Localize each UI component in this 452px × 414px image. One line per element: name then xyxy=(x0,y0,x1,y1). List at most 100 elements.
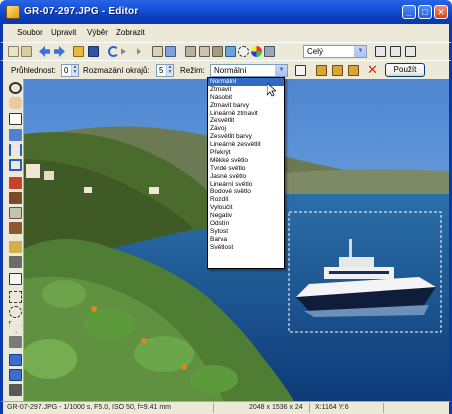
foreground-color-icon[interactable] xyxy=(9,354,22,366)
delete-icon[interactable]: ✕ xyxy=(367,63,378,76)
blend-mode-option[interactable]: Závoj xyxy=(208,125,284,133)
hand-icon[interactable] xyxy=(9,97,22,109)
blend-mode-option[interactable]: Tvrdé světlo xyxy=(208,165,284,173)
effects-icon[interactable] xyxy=(238,46,249,57)
zoom-value: Celý xyxy=(307,47,324,56)
magic-wand-icon[interactable] xyxy=(9,336,22,348)
blend-mode-option[interactable]: Rozdíl xyxy=(208,196,284,204)
straighten-icon[interactable] xyxy=(9,129,22,141)
image-icon[interactable] xyxy=(225,46,236,57)
resize-icon[interactable] xyxy=(199,46,210,57)
background-color-icon[interactable] xyxy=(9,369,22,381)
menu-soubor[interactable]: Soubor xyxy=(17,28,43,37)
blend-mode-option[interactable]: Odstín xyxy=(208,220,284,228)
blend-mode-option[interactable]: Negativ xyxy=(208,212,284,220)
brush-icon[interactable] xyxy=(9,222,22,234)
layer-copy-icon[interactable] xyxy=(332,65,343,76)
menu-vyber[interactable]: Výběr xyxy=(87,28,108,37)
paste-image-icon[interactable] xyxy=(165,46,176,57)
rotate-icon[interactable] xyxy=(185,46,196,57)
status-bar: GR-07-297.JPG - 1/1000 s, F5.0, ISO 50, … xyxy=(0,401,452,414)
swap-colors-icon[interactable] xyxy=(9,384,22,396)
forward-arrow-icon[interactable] xyxy=(54,46,65,57)
actual-size-icon[interactable] xyxy=(295,65,306,76)
status-separator xyxy=(383,403,384,413)
resize-vertical-icon[interactable] xyxy=(9,144,22,156)
fit-icon[interactable] xyxy=(375,46,386,57)
blend-mode-option[interactable]: Překrýt xyxy=(208,149,284,157)
copy-icon[interactable] xyxy=(8,46,19,57)
opacity-input[interactable]: 0 ▲ ▼ xyxy=(61,64,79,77)
menu-upravit[interactable]: Upravit xyxy=(51,28,76,37)
mode-select[interactable]: Normální ▼ xyxy=(210,64,288,77)
blend-mode-option[interactable]: Jasné světlo xyxy=(208,173,284,181)
lasso-icon[interactable] xyxy=(9,321,22,333)
copy-image-icon[interactable] xyxy=(152,46,163,57)
adjust-icon[interactable] xyxy=(264,46,275,57)
rect-select-icon[interactable] xyxy=(9,291,22,303)
blend-mode-option[interactable]: Vyloučit xyxy=(208,204,284,212)
blend-mode-option[interactable]: Lineární světlo xyxy=(208,181,284,189)
menu-bar: Soubor Upravit Výběr Zobrazit xyxy=(0,24,452,42)
blur-label: Rozmazání okrajů: xyxy=(83,66,150,75)
zoom-icon[interactable] xyxy=(9,82,22,94)
open-icon[interactable] xyxy=(73,46,84,57)
app-icon xyxy=(6,5,20,19)
mouse-cursor-icon xyxy=(267,83,276,97)
apply-button[interactable]: Použít xyxy=(385,63,425,77)
paste-icon[interactable] xyxy=(21,46,32,57)
blend-mode-option[interactable]: Světlost xyxy=(208,244,284,252)
blend-mode-option[interactable]: Zesvětlit xyxy=(208,117,284,125)
status-dimensions: 2048 x 1536 x 24 xyxy=(249,404,303,411)
blur-value: 5 xyxy=(159,66,164,75)
clone-icon[interactable] xyxy=(9,192,22,204)
menu-zobrazit[interactable]: Zobrazit xyxy=(116,28,145,37)
close-button[interactable]: ✕ xyxy=(434,5,448,19)
spinner-arrows-icon[interactable]: ▲ ▼ xyxy=(166,65,173,76)
mode-dropdown-list[interactable]: Normální Ztmavit Násobit Ztmavit barvy L… xyxy=(207,77,285,269)
main-toolbar: Celý ▼ xyxy=(0,42,452,60)
blend-mode-option[interactable]: Měkké světlo xyxy=(208,157,284,165)
save-icon[interactable] xyxy=(88,46,99,57)
fit-width-icon[interactable] xyxy=(390,46,401,57)
window-title: GR-07-297.JPG - Editor xyxy=(24,6,139,17)
back-arrow-icon[interactable] xyxy=(39,46,50,57)
blend-mode-option[interactable]: Lineárně ztmavit xyxy=(208,110,284,118)
blend-mode-option[interactable]: Bodové světlo xyxy=(208,188,284,196)
blend-mode-option[interactable]: Ztmavit barvy xyxy=(208,102,284,110)
blur-input[interactable]: 5 ▲ ▼ xyxy=(156,64,174,77)
canvas-size-icon[interactable] xyxy=(9,159,22,171)
color-icon[interactable] xyxy=(251,46,262,57)
status-file-info: GR-07-297.JPG - 1/1000 s, F5.0, ISO 50, … xyxy=(7,404,171,411)
status-separator xyxy=(213,403,214,413)
redo-icon[interactable] xyxy=(121,48,126,55)
blend-mode-option[interactable]: Zesvětlit barvy xyxy=(208,133,284,141)
undo-icon[interactable] xyxy=(108,46,119,57)
status-coords: X:1164 Y:6 xyxy=(315,404,349,411)
layer-merge-icon[interactable] xyxy=(348,65,359,76)
blend-mode-option[interactable]: Barva xyxy=(208,236,284,244)
eraser-icon[interactable] xyxy=(9,273,22,285)
title-bar: GR-07-297.JPG - Editor _ □ ✕ xyxy=(0,0,452,24)
ellipse-select-icon[interactable] xyxy=(9,306,22,318)
layer-icon[interactable] xyxy=(316,65,327,76)
blend-mode-option[interactable]: Lineárně zesvětlit xyxy=(208,141,284,149)
retouch-icon[interactable] xyxy=(9,207,22,219)
pencil-icon[interactable] xyxy=(9,241,22,253)
crop-icon[interactable] xyxy=(212,46,223,57)
actual-size-icon[interactable] xyxy=(405,46,416,57)
mode-value: Normální xyxy=(214,66,247,75)
spinner-arrows-icon[interactable]: ▲ ▼ xyxy=(71,65,78,76)
blend-mode-option[interactable]: Sytost xyxy=(208,228,284,236)
fill-icon[interactable] xyxy=(9,256,22,268)
redo-dropdown-icon[interactable] xyxy=(137,48,141,55)
minimize-button[interactable]: _ xyxy=(402,5,416,19)
mode-label: Režim: xyxy=(180,66,205,75)
tool-strip xyxy=(0,79,24,401)
maximize-button[interactable]: □ xyxy=(418,5,432,19)
red-eye-icon[interactable] xyxy=(9,177,22,189)
status-separator xyxy=(309,403,310,413)
opacity-label: Průhlednost: xyxy=(11,66,56,75)
crop-tool-icon[interactable] xyxy=(9,113,22,125)
zoom-select[interactable]: Celý ▼ xyxy=(303,45,367,58)
